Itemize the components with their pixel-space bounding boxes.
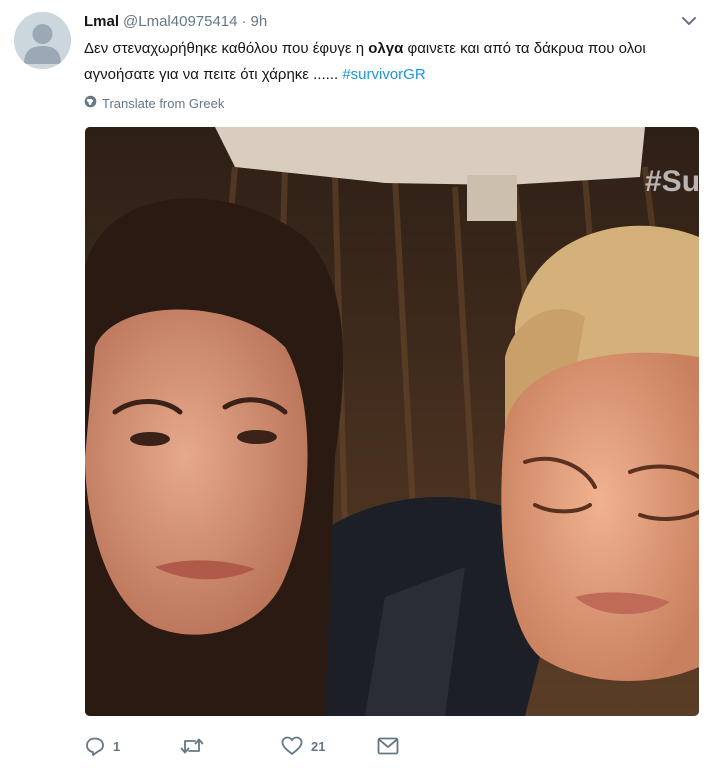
envelope-icon <box>377 737 399 755</box>
more-options-button[interactable] <box>681 14 697 26</box>
like-count: 21 <box>311 738 326 754</box>
tweet-text-bold: ολγα <box>368 40 404 57</box>
tweet-timestamp[interactable]: 9h <box>251 13 268 30</box>
tweet-text-part1: Δεν στεναχωρήθηκε καθόλου που έφυγε η <box>84 40 369 57</box>
reply-icon <box>86 737 104 756</box>
separator-dot: · <box>241 12 247 30</box>
hashtag-link[interactable]: #survivorGR <box>342 66 425 83</box>
retweet-button[interactable] <box>180 733 212 759</box>
default-avatar-icon <box>14 12 71 69</box>
display-name[interactable]: Lmal <box>84 13 119 30</box>
translate-label: Translate from Greek <box>102 95 225 111</box>
tweet-actions: 1 21 <box>85 733 445 759</box>
reply-count: 1 <box>113 738 121 754</box>
globe-icon <box>84 95 97 111</box>
heart-icon <box>281 736 303 755</box>
user-handle[interactable]: @Lmal40975414 <box>123 13 237 30</box>
tweet-header: Lmal @Lmal40975414 · 9h <box>84 10 267 32</box>
like-button[interactable]: 21 <box>281 733 325 759</box>
direct-message-button[interactable] <box>377 733 399 759</box>
avatar[interactable] <box>14 12 71 69</box>
chevron-down-icon <box>682 17 696 25</box>
media-overlay-text: #Su <box>645 165 699 198</box>
reply-button[interactable]: 1 <box>85 733 120 759</box>
tweet-media-image[interactable]: #Su <box>85 127 699 716</box>
translate-link[interactable]: Translate from Greek <box>84 94 224 112</box>
tweet-text: Δεν στεναχωρήθηκε καθόλου που έφυγε η ολ… <box>84 36 684 88</box>
media-photo: #Su <box>85 127 699 716</box>
tweet[interactable]: Lmal @Lmal40975414 · 9h Δεν στεναχωρήθηκ… <box>0 0 709 768</box>
retweet-icon <box>180 738 204 754</box>
